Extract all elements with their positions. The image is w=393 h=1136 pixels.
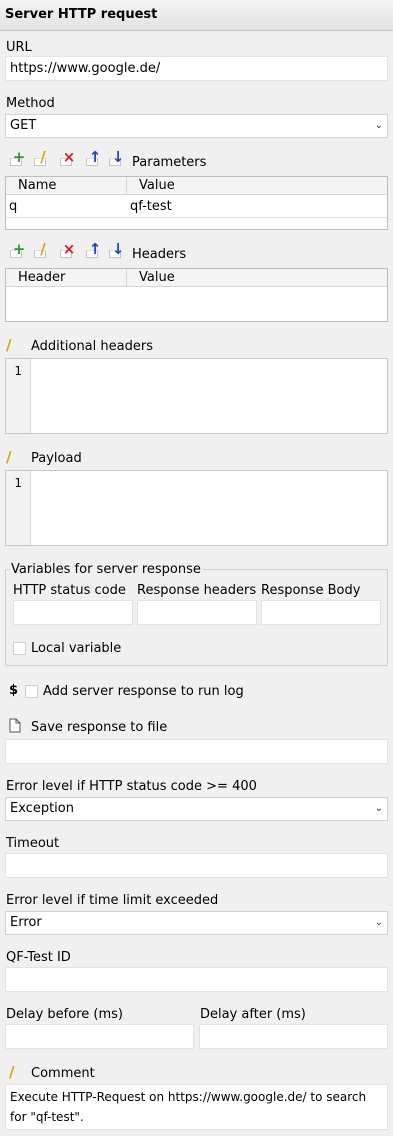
pencil-icon: / — [40, 240, 46, 258]
payload-editor[interactable]: 1 — [5, 470, 388, 546]
panel-title: Server HTTP request — [0, 0, 393, 31]
table-row[interactable]: q qf-test — [6, 196, 387, 218]
arrow-down-icon: ↓ — [111, 148, 125, 166]
headers-label: Headers — [132, 247, 187, 262]
comment-line-1: Execute HTTP-Request on https://www.goog… — [10, 1090, 367, 1104]
delay-before-label: Delay before (ms) — [6, 1007, 123, 1022]
arrow-down-icon: ↓ — [111, 240, 125, 258]
response-headers-input[interactable] — [137, 600, 257, 625]
dollar-icon: $ — [9, 683, 19, 698]
method-value: GET — [10, 118, 37, 133]
response-body-input[interactable] — [261, 600, 381, 625]
save-file-label: Save response to file — [31, 720, 168, 735]
additional-headers-label: Additional headers — [31, 339, 153, 354]
delete-parameter-button[interactable]: × — [58, 150, 80, 166]
url-label: URL — [6, 40, 32, 55]
parameters-table[interactable]: Name Value q qf-test — [5, 176, 388, 230]
timeout-input[interactable] — [5, 853, 388, 878]
move-up-parameter-button[interactable]: ↑ — [84, 150, 106, 166]
pencil-icon: / — [40, 148, 46, 166]
run-log-label: Add server response to run log — [43, 684, 244, 699]
add-parameter-button[interactable]: + — [8, 150, 30, 166]
pencil-icon: / — [9, 1063, 15, 1081]
arrow-up-icon: ↑ — [88, 148, 102, 166]
status-code-input[interactable] — [13, 600, 133, 625]
error-time-label: Error level if time limit exceeded — [6, 893, 219, 908]
plus-icon: + — [12, 148, 26, 166]
local-variable-checkbox[interactable] — [13, 642, 26, 655]
local-variable-label: Local variable — [31, 641, 122, 656]
column-header-name[interactable]: Name — [18, 178, 56, 193]
chevron-down-icon: ⌄ — [374, 120, 383, 131]
additional-headers-editor[interactable]: 1 — [5, 358, 388, 434]
headers-table[interactable]: Header Value — [5, 268, 388, 322]
delay-after-input[interactable] — [199, 1024, 388, 1049]
move-down-parameter-button[interactable]: ↓ — [107, 150, 129, 166]
qftest-id-input[interactable] — [5, 967, 388, 992]
error-status-label: Error level if HTTP status code >= 400 — [6, 779, 257, 794]
response-body-label: Response Body — [261, 583, 361, 598]
error-status-select[interactable]: Exception ⌄ — [5, 797, 388, 821]
error-time-value: Error — [10, 915, 42, 930]
move-down-header-button[interactable]: ↓ — [107, 242, 129, 258]
parameter-value-cell[interactable]: qf-test — [130, 199, 172, 214]
arrow-up-icon: ↑ — [88, 240, 102, 258]
file-icon — [9, 718, 21, 733]
delay-before-input[interactable] — [5, 1024, 194, 1049]
comment-label: Comment — [31, 1066, 95, 1081]
edit-parameter-button[interactable]: / — [32, 150, 54, 166]
url-input[interactable]: https://www.google.de/ — [5, 56, 388, 81]
line-number-gutter: 1 — [6, 471, 31, 545]
chevron-down-icon: ⌄ — [374, 917, 383, 928]
pencil-icon: / — [6, 448, 12, 466]
headers-table-header: Header Value — [6, 269, 387, 287]
edit-comment-button[interactable]: / — [9, 1063, 29, 1081]
plus-icon: + — [12, 240, 26, 258]
comment-input[interactable]: Execute HTTP-Request on https://www.goog… — [5, 1084, 388, 1130]
column-header-value[interactable]: Value — [139, 178, 175, 193]
timeout-label: Timeout — [6, 836, 60, 851]
edit-payload-button[interactable]: / — [6, 448, 26, 466]
parameter-name-cell[interactable]: q — [9, 199, 17, 214]
parameters-table-header: Name Value — [6, 177, 387, 195]
edit-additional-headers-button[interactable]: / — [6, 336, 26, 354]
delete-icon: × — [62, 148, 76, 166]
error-time-select[interactable]: Error ⌄ — [5, 911, 388, 935]
status-code-label: HTTP status code — [13, 583, 126, 598]
error-status-value: Exception — [10, 801, 74, 816]
response-headers-label: Response headers — [137, 583, 257, 598]
column-header-value[interactable]: Value — [139, 270, 175, 285]
variables-legend: Variables for server response — [9, 562, 203, 577]
pencil-icon: / — [6, 336, 12, 354]
edit-header-button[interactable]: / — [32, 242, 54, 258]
qftest-id-label: QF-Test ID — [6, 950, 71, 965]
chevron-down-icon: ⌄ — [374, 803, 383, 814]
move-up-header-button[interactable]: ↑ — [84, 242, 106, 258]
parameters-label: Parameters — [132, 155, 207, 170]
comment-line-2: for "qf-test". — [10, 1110, 84, 1124]
column-header-header[interactable]: Header — [18, 270, 65, 285]
delete-icon: × — [62, 240, 76, 258]
method-label: Method — [6, 96, 55, 111]
method-select[interactable]: GET ⌄ — [5, 114, 388, 138]
delay-after-label: Delay after (ms) — [200, 1007, 306, 1022]
payload-label: Payload — [31, 451, 82, 466]
line-number-gutter: 1 — [6, 359, 31, 433]
run-log-checkbox[interactable] — [25, 685, 38, 698]
delete-header-button[interactable]: × — [58, 242, 80, 258]
save-file-input[interactable] — [5, 739, 388, 764]
add-header-button[interactable]: + — [8, 242, 30, 258]
